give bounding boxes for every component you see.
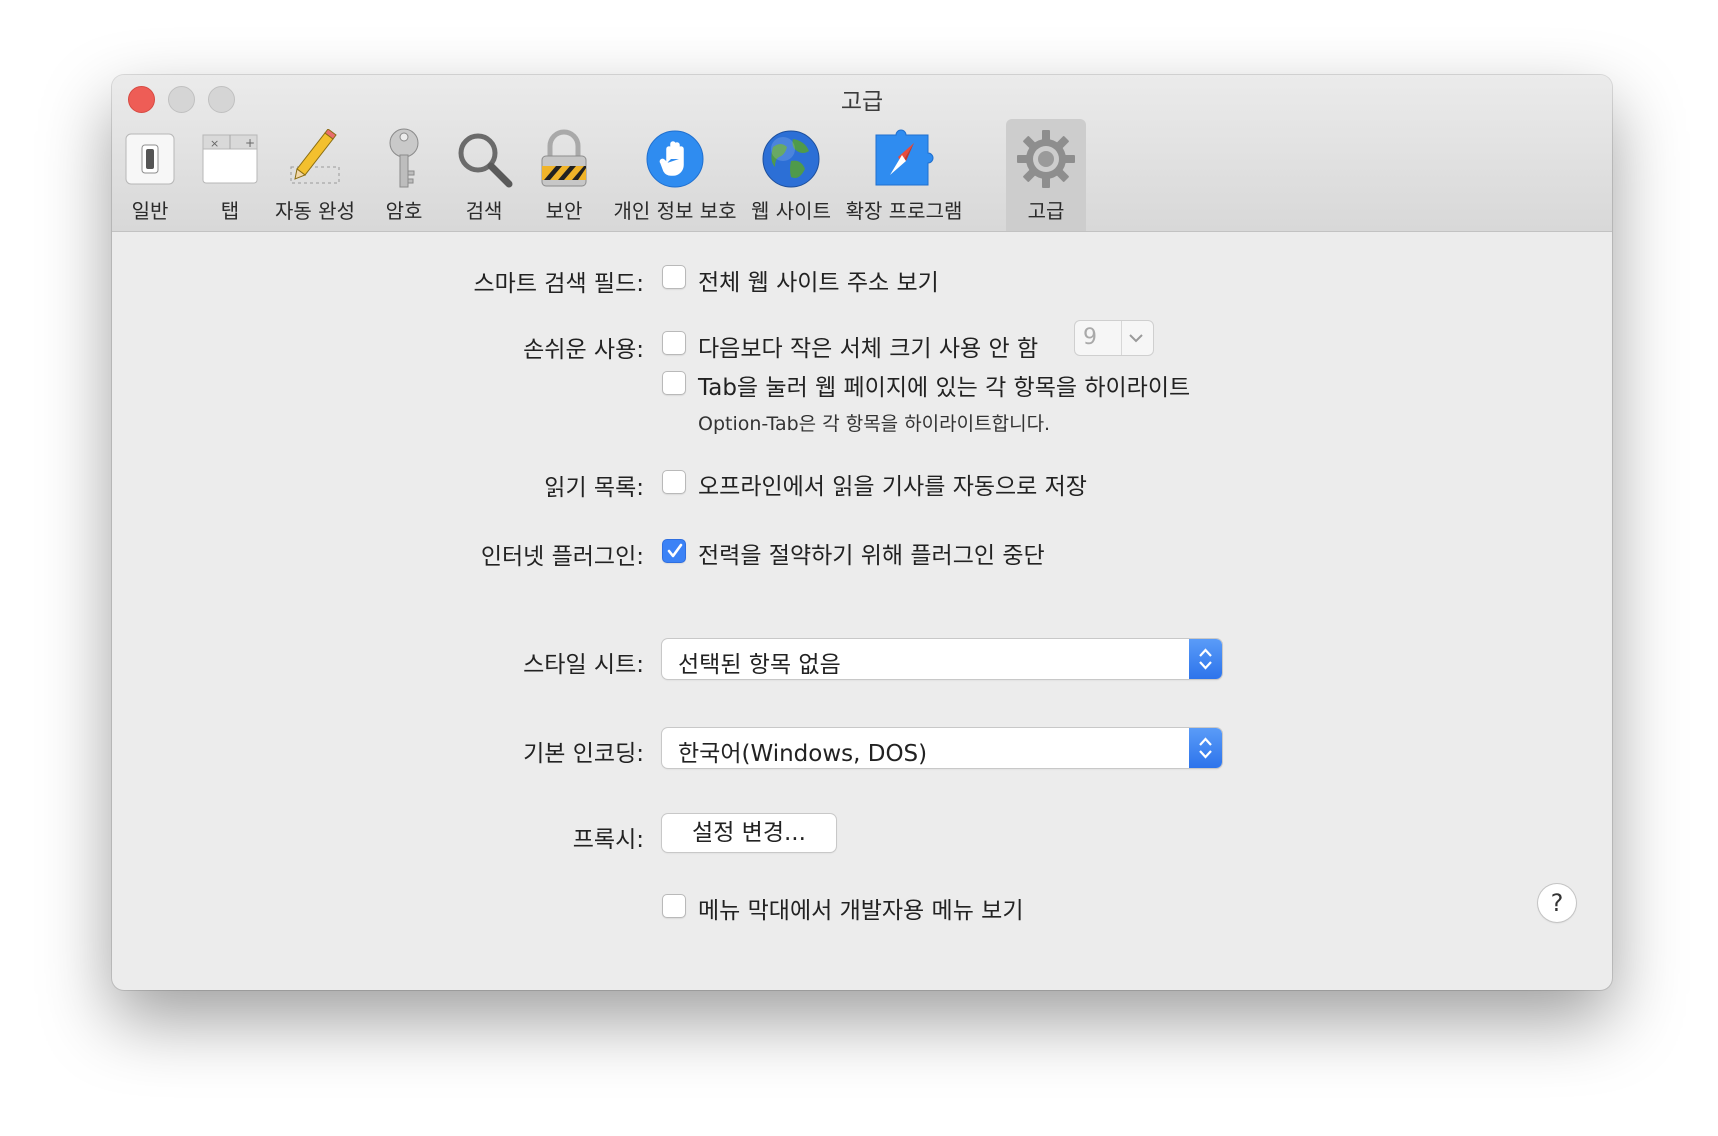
tab-search-label: 검색 (465, 199, 503, 223)
proxies-label: 프록시: (572, 827, 644, 853)
tab-extensions[interactable]: 확장 프로그램 (842, 119, 966, 231)
show-full-url-checkbox[interactable] (662, 265, 686, 289)
default-encoding-label: 기본 인코딩: (523, 741, 644, 767)
tab-websites-label: 웹 사이트 (751, 199, 831, 223)
encoding-popup[interactable]: 한국어(Windows, DOS) (662, 728, 1222, 768)
tab-autofill[interactable]: 자동 완성 (270, 119, 360, 231)
tab-extensions-label: 확장 프로그램 (845, 199, 963, 223)
preferences-window: 고급 일반 × + 탭 자동 완성 암호 검색 보안 개인 정보 보호 웹 사이… (112, 75, 1612, 990)
tab-security[interactable]: 보안 (532, 119, 596, 231)
tab-security-label: 보안 (545, 199, 583, 223)
tab-highlight-label: Tab을 눌러 웹 페이지에 있는 각 항목을 하이라이트 (698, 375, 1191, 401)
tab-advanced[interactable]: 고급 (1006, 119, 1086, 231)
tab-highlight-checkbox[interactable] (662, 371, 686, 395)
preferences-toolbar: 일반 × + 탭 자동 완성 암호 검색 보안 개인 정보 보호 웹 사이트 확… (112, 119, 1612, 231)
min-font-size-select[interactable]: 9 (1074, 320, 1154, 356)
save-offline-label: 오프라인에서 읽을 기사를 자동으로 저장 (698, 474, 1087, 500)
updown-arrows-icon (1189, 728, 1222, 768)
tabs-icon: × + (198, 127, 262, 191)
updown-arrows-icon (1189, 639, 1222, 679)
min-font-size-label: 다음보다 작은 서체 크기 사용 안 함 (698, 336, 1039, 362)
tab-passwords[interactable]: 암호 (372, 119, 436, 231)
internet-plugins-label: 인터넷 플러그인: (480, 544, 644, 570)
tab-privacy-label: 개인 정보 보호 (613, 199, 737, 223)
tab-tabs-label: 탭 (220, 199, 240, 223)
chevron-down-icon (1127, 330, 1145, 349)
tab-search[interactable]: 검색 (452, 119, 516, 231)
tab-general[interactable]: 일반 (118, 119, 182, 231)
gear-icon (1014, 127, 1078, 191)
tab-tabs[interactable]: × + 탭 (198, 119, 262, 231)
help-button[interactable]: ? (1538, 884, 1576, 922)
encoding-value: 한국어(Windows, DOS) (678, 741, 928, 767)
accessibility-label: 손쉬운 사용: (523, 337, 644, 363)
min-font-size-checkbox[interactable] (662, 331, 686, 355)
advanced-settings-panel: 스마트 검색 필드: 전체 웹 사이트 주소 보기 손쉬운 사용: 다음보다 작… (112, 232, 1612, 990)
tab-autofill-label: 자동 완성 (275, 199, 355, 223)
save-offline-checkbox[interactable] (662, 470, 686, 494)
checkmark-icon (667, 543, 683, 558)
hand-icon (643, 127, 707, 191)
change-settings-button[interactable]: 설정 변경... (662, 814, 836, 852)
puzzle-compass-icon (872, 127, 936, 191)
stop-plugins-checkbox[interactable] (662, 539, 686, 563)
pencil-icon (283, 127, 347, 191)
reading-list-label: 읽기 목록: (544, 475, 644, 501)
develop-menu-checkbox[interactable] (662, 894, 686, 918)
tab-privacy[interactable]: 개인 정보 보호 (610, 119, 740, 231)
switch-icon (118, 127, 182, 191)
develop-menu-label: 메뉴 막대에서 개발자용 메뉴 보기 (698, 898, 1024, 924)
stop-plugins-label: 전력을 절약하기 위해 플러그인 중단 (698, 543, 1045, 569)
lock-icon (532, 127, 596, 191)
window-title: 고급 (840, 89, 884, 115)
smart-search-label: 스마트 검색 필드: (473, 271, 645, 297)
min-font-size-value: 9 (1083, 325, 1097, 350)
style-sheet-value: 선택된 항목 없음 (678, 652, 841, 678)
show-full-url-label: 전체 웹 사이트 주소 보기 (698, 270, 939, 296)
tab-advanced-label: 고급 (1027, 199, 1065, 223)
key-icon (372, 127, 436, 191)
select-divider (1121, 321, 1122, 355)
tab-passwords-label: 암호 (385, 199, 423, 223)
style-sheet-label: 스타일 시트: (523, 652, 644, 678)
titlebar: 고급 일반 × + 탭 자동 완성 암호 검색 보안 개인 정보 보호 웹 사이… (112, 75, 1612, 232)
magnifier-icon (452, 127, 516, 191)
svg-text:+: + (245, 136, 255, 150)
tab-highlight-note: Option-Tab은 각 항목을 하이라이트합니다. (698, 413, 1051, 435)
globe-icon (759, 127, 823, 191)
tab-general-label: 일반 (131, 199, 169, 223)
svg-text:×: × (210, 137, 219, 150)
tab-websites[interactable]: 웹 사이트 (746, 119, 836, 231)
style-sheet-popup[interactable]: 선택된 항목 없음 (662, 639, 1222, 679)
